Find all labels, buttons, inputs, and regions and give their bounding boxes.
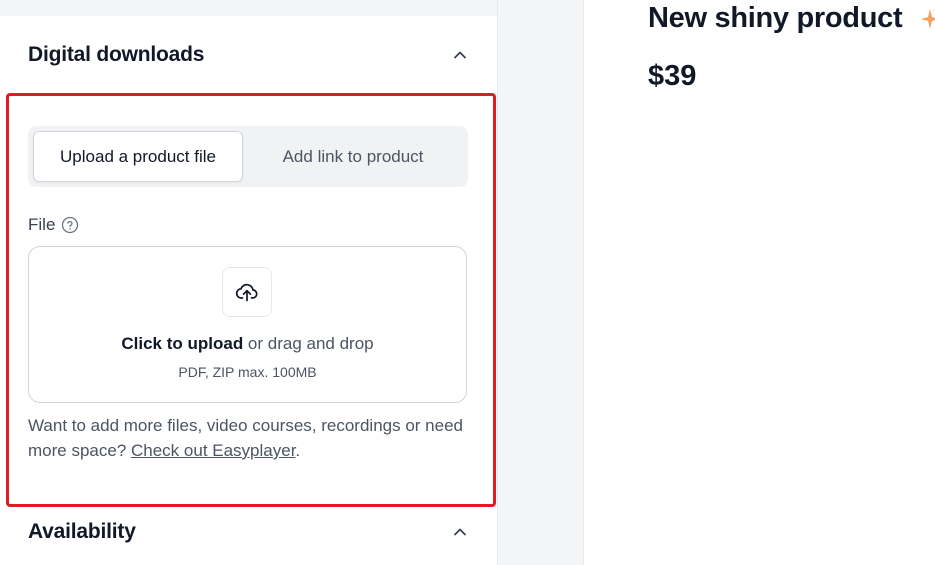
preview-price: $39 bbox=[648, 60, 697, 92]
availability-header[interactable]: Availability bbox=[28, 517, 469, 547]
file-label: File bbox=[28, 215, 79, 235]
file-type-hint: PDF, ZIP max. 100MB bbox=[178, 364, 317, 380]
drag-drop-text: or drag and drop bbox=[243, 334, 374, 353]
section-title-digital-downloads: Digital downloads bbox=[28, 43, 205, 66]
section-title-availability: Availability bbox=[28, 520, 136, 543]
upload-icon-button[interactable] bbox=[222, 267, 272, 317]
file-dropzone[interactable]: Click to upload or drag and drop PDF, ZI… bbox=[28, 246, 467, 403]
sparkle-icon bbox=[921, 9, 935, 29]
digital-downloads-header[interactable]: Digital downloads bbox=[28, 40, 469, 70]
upload-mode-toggle: Upload a product file Add link to produc… bbox=[28, 126, 468, 187]
note-end: . bbox=[295, 441, 301, 460]
tab-add-link-to-product[interactable]: Add link to product bbox=[243, 131, 463, 182]
tab-upload-product-file[interactable]: Upload a product file bbox=[33, 131, 243, 182]
product-preview-panel: New shiny product $39 bbox=[583, 0, 935, 565]
help-circle-icon[interactable] bbox=[61, 216, 79, 234]
more-files-note: Want to add more files, video courses, r… bbox=[28, 413, 468, 463]
click-to-upload-link[interactable]: Click to upload bbox=[121, 334, 243, 353]
chevron-up-icon[interactable] bbox=[451, 46, 469, 64]
product-editor-panel: Digital downloads Upload a product file … bbox=[0, 0, 497, 565]
cloud-upload-icon bbox=[235, 283, 258, 302]
easyplayer-link[interactable]: Check out Easyplayer bbox=[131, 441, 295, 460]
chevron-up-icon[interactable] bbox=[451, 523, 469, 541]
preview-product-title: New shiny product bbox=[648, 2, 903, 34]
preview-gutter bbox=[498, 0, 582, 565]
file-label-text: File bbox=[28, 215, 56, 234]
dropzone-instructions: Click to upload or drag and drop bbox=[29, 334, 466, 354]
